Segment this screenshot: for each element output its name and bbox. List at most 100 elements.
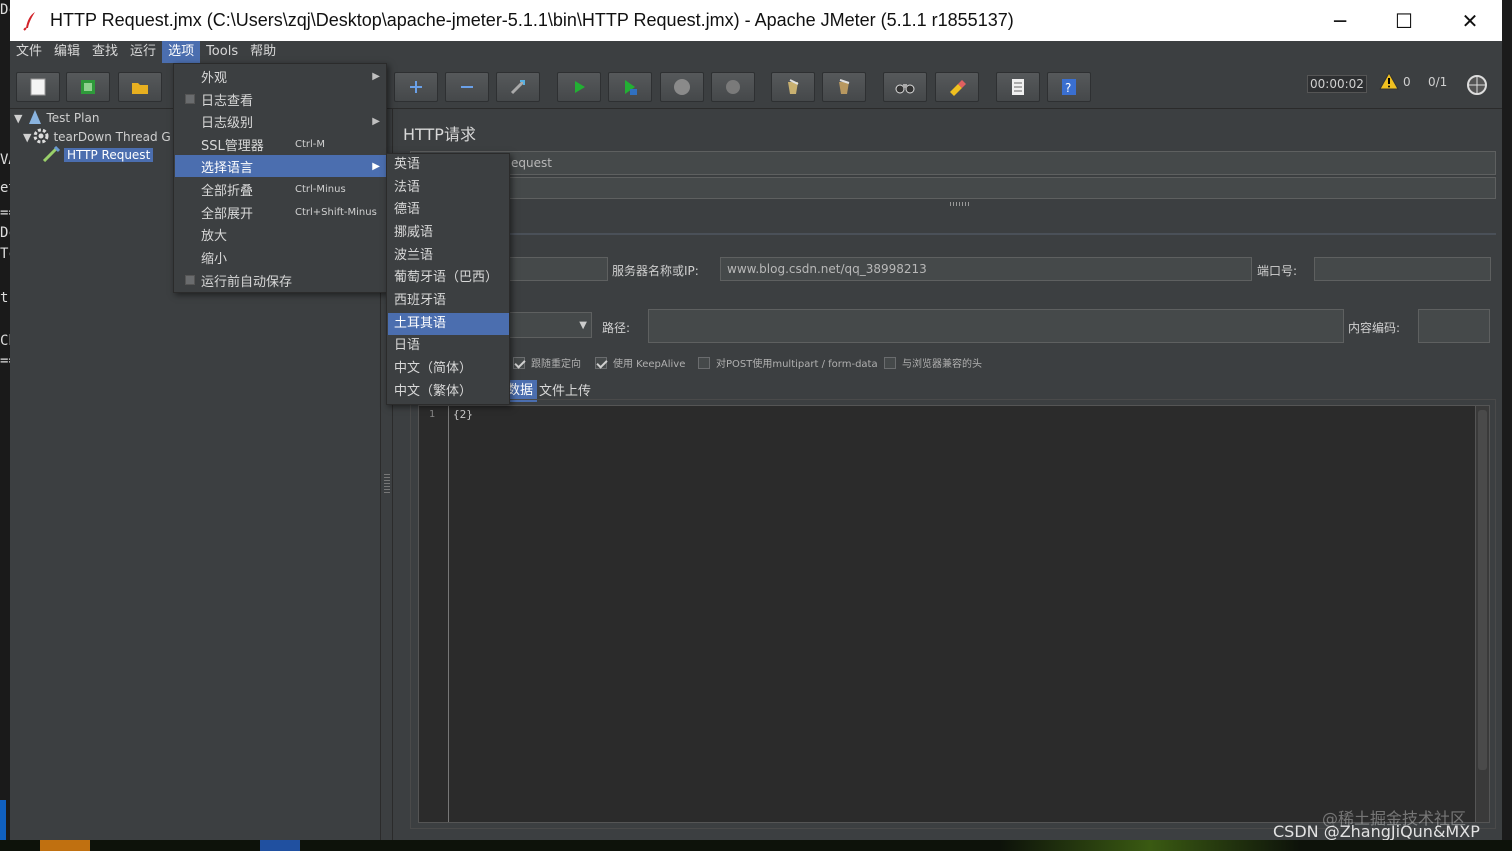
- follow-redirects-checkbox[interactable]: 跟随重定向: [513, 355, 581, 370]
- line-gutter: 1: [419, 406, 449, 822]
- maximize-button[interactable]: ☐: [1372, 0, 1436, 41]
- desktop-taskbar-strip: [0, 800, 6, 840]
- checkbox-box[interactable]: [698, 356, 710, 369]
- path-label: 路径:: [602, 321, 631, 335]
- port-label: 端口号:: [1257, 264, 1298, 278]
- add-button[interactable]: [394, 72, 438, 102]
- language-chinese-simplified[interactable]: 中文（简体）: [388, 358, 509, 380]
- minimize-button[interactable]: ─: [1308, 0, 1372, 41]
- stop-button[interactable]: [660, 72, 704, 102]
- checkbox-icon[interactable]: [185, 275, 195, 285]
- encoding-input[interactable]: [1418, 309, 1490, 343]
- help-icon: ?: [1062, 79, 1076, 95]
- toggle-button[interactable]: [496, 72, 540, 102]
- menu-item-autosave[interactable]: 运行前自动保存: [175, 269, 386, 291]
- language-chinese-traditional[interactable]: 中文（繁体）: [388, 381, 509, 403]
- comments-field[interactable]: [410, 177, 1496, 199]
- editor-code[interactable]: {2}: [453, 408, 473, 421]
- language-portuguese-brazil[interactable]: 葡萄牙语（巴西）: [388, 267, 509, 289]
- menu-run[interactable]: 运行: [124, 41, 162, 63]
- menu-item-expand-all[interactable]: 全部展开 Ctrl+Shift-Minus: [175, 201, 386, 223]
- status-globe-icon: [1466, 74, 1488, 99]
- checkbox-box[interactable]: [513, 356, 525, 369]
- browser-headers-checkbox[interactable]: 与浏览器兼容的头: [884, 355, 982, 370]
- checkbox-label: 跟随重定向: [531, 359, 581, 370]
- name-field[interactable]: equest: [410, 151, 1496, 175]
- warning-count: 0: [1403, 75, 1411, 89]
- tab-file-upload[interactable]: 文件上传: [533, 381, 597, 403]
- multipart-checkbox[interactable]: 对POST使用multipart / form-data: [698, 355, 878, 370]
- help-button[interactable]: ?: [1047, 72, 1091, 102]
- language-norwegian[interactable]: 挪威语: [388, 222, 509, 244]
- language-spanish[interactable]: 西班牙语: [388, 290, 509, 312]
- start-no-pause-button[interactable]: [608, 72, 652, 102]
- open-button[interactable]: [118, 72, 162, 102]
- options-dropdown-menu: 外观 ▶ 日志查看 日志级别 ▶ SSL管理器 Ctrl-M 选择语言 ▶ 全部折叠 Ct…: [173, 63, 387, 293]
- templates-button[interactable]: [66, 72, 110, 102]
- collapse-arrow-icon[interactable]: ▼: [14, 112, 22, 125]
- submenu-arrow-icon: ▶: [372, 115, 380, 127]
- tree-node-teardown[interactable]: ▼ tearDown Thread G: [23, 128, 171, 146]
- checkbox-box[interactable]: [884, 356, 896, 369]
- search-button[interactable]: [883, 72, 927, 102]
- menu-item-label: 选择语言: [201, 160, 254, 176]
- chevron-down-icon[interactable]: ▼: [579, 320, 587, 331]
- language-polish[interactable]: 波兰语: [388, 245, 509, 267]
- language-english[interactable]: 英语: [388, 154, 509, 176]
- menu-tools[interactable]: Tools: [200, 41, 244, 63]
- checkbox-icon[interactable]: [185, 94, 195, 104]
- language-german[interactable]: 德语: [388, 199, 509, 221]
- menu-item-collapse-all[interactable]: 全部折叠 Ctrl-Minus: [175, 178, 386, 200]
- divider: [410, 233, 1496, 235]
- language-french[interactable]: 法语: [388, 177, 509, 199]
- server-input[interactable]: www.blog.csdn.net/qq_38998213: [720, 257, 1252, 281]
- shortcut-label: Ctrl+Shift-Minus: [295, 206, 377, 218]
- warning-icon[interactable]: [1379, 71, 1399, 93]
- keepalive-checkbox[interactable]: 使用 KeepAlive: [595, 355, 685, 370]
- body-editor[interactable]: 1 {2}: [418, 405, 1490, 823]
- tree-label: Test Plan: [46, 111, 100, 125]
- menu-item-zoom-in[interactable]: 放大: [175, 223, 386, 245]
- collapse-arrow-icon[interactable]: ▼: [23, 131, 31, 144]
- path-input[interactable]: [648, 309, 1344, 343]
- close-button[interactable]: ✕: [1438, 0, 1502, 41]
- menu-item-log-viewer[interactable]: 日志查看: [175, 88, 386, 110]
- new-button[interactable]: [16, 72, 60, 102]
- tree-node-http-request[interactable]: HTTP Request: [42, 145, 154, 164]
- add-icon: [410, 81, 422, 93]
- clear-all-button[interactable]: [822, 72, 866, 102]
- menu-file[interactable]: 文件: [10, 41, 48, 63]
- vertical-scrollbar[interactable]: [1475, 406, 1489, 822]
- menu-item-ssl-manager[interactable]: SSL管理器 Ctrl-M: [175, 133, 386, 155]
- active-threads: 0/1: [1428, 75, 1448, 89]
- menu-item-label: 外观: [201, 70, 228, 86]
- clear-button[interactable]: [771, 72, 815, 102]
- clear-all-icon: [839, 79, 850, 94]
- tree-label: HTTP Request: [64, 148, 154, 162]
- checkbox-box[interactable]: [595, 356, 607, 369]
- start-button[interactable]: [557, 72, 601, 102]
- shutdown-button[interactable]: [711, 72, 755, 102]
- menu-search[interactable]: 查找: [86, 41, 124, 63]
- menu-options[interactable]: 选项: [162, 41, 201, 63]
- menu-item-label: SSL管理器: [201, 138, 264, 154]
- menu-item-choose-language[interactable]: 选择语言 ▶: [175, 155, 386, 177]
- language-turkish[interactable]: 土耳其语: [388, 313, 509, 335]
- menu-edit[interactable]: 编辑: [48, 41, 86, 63]
- language-japanese[interactable]: 日语: [388, 335, 509, 357]
- menu-help[interactable]: 帮助: [244, 41, 282, 63]
- divider-grip[interactable]: [950, 202, 970, 206]
- templates-icon: [81, 80, 95, 94]
- menu-item-zoom-out[interactable]: 缩小: [175, 246, 386, 268]
- reset-search-button[interactable]: [935, 72, 979, 102]
- function-helper-button[interactable]: [996, 72, 1040, 102]
- tree-node-test-plan[interactable]: ▼ Test Plan: [14, 109, 99, 127]
- menu-item-appearance[interactable]: 外观 ▶: [175, 65, 386, 87]
- port-input[interactable]: [1314, 257, 1491, 281]
- title-bar[interactable]: HTTP Request.jmx (C:\Users\zqj\Desktop\a…: [10, 0, 1502, 41]
- scrollbar-thumb[interactable]: [1478, 410, 1487, 770]
- menu-item-log-level[interactable]: 日志级别 ▶: [175, 110, 386, 132]
- server-label: 服务器名称或IP:: [612, 264, 699, 278]
- remove-button[interactable]: [445, 72, 489, 102]
- splitter-grip[interactable]: [384, 474, 390, 494]
